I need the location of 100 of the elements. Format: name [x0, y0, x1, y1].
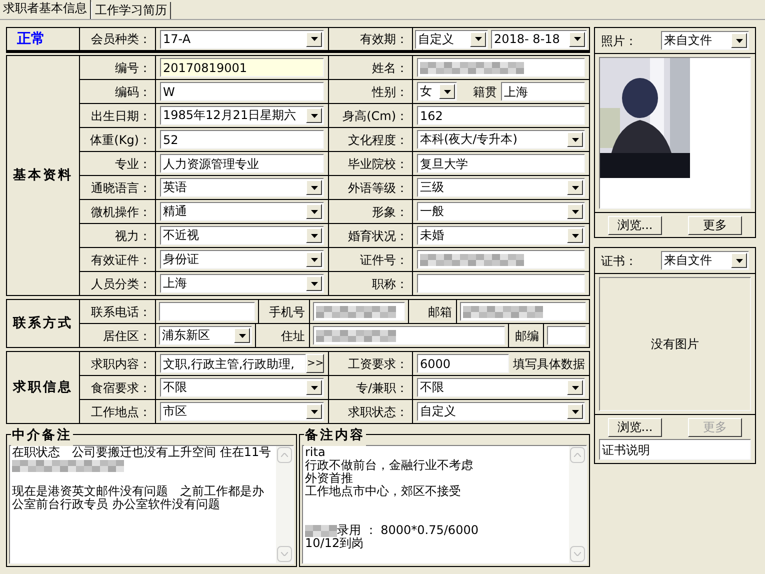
dropdown[interactable]: 来自文件 [661, 31, 749, 50]
caret-icon [572, 410, 578, 414]
tab[interactable]: 求职者基本信息 [0, 0, 91, 19]
text-field[interactable]: 人力资源管理专业 [160, 154, 324, 173]
field-label: 求职状态： [348, 404, 408, 420]
note-line: 公室前台行政专员 办公室软件没有问题 [12, 498, 221, 511]
notes-textarea[interactable]: 在职状态 公司要搬迁也没有上升空间 住在11号 现在是港资英文邮件没有问题 之前工作都是办 公室前台行政专员 办公室软件没有问题 [9, 445, 294, 564]
empty-image-text: 没有图片 [651, 336, 699, 353]
dropdown-button[interactable] [306, 32, 322, 46]
dropdown-button[interactable] [567, 132, 583, 147]
dropdown[interactable]: 17-A [160, 30, 324, 48]
expand-button[interactable]: >> [306, 354, 324, 373]
dropdown[interactable]: 一般 [417, 202, 585, 221]
dropdown-button[interactable] [731, 33, 747, 48]
field-label: 照片： [601, 32, 638, 50]
note-line: 在职状态 公司要搬迁也没有上升空间 住在11号 [12, 446, 272, 459]
dropdown[interactable]: 未婚 [417, 226, 585, 245]
text-field[interactable]: 上海 [501, 82, 585, 101]
field-label: 编码： [115, 84, 151, 100]
dropdown[interactable]: 不近视 [160, 226, 324, 245]
text-field[interactable] [417, 250, 585, 269]
text-field[interactable] [417, 58, 585, 77]
group-title: 备注内容 [304, 426, 366, 446]
dropdown-button[interactable] [306, 180, 322, 195]
caret-icon [444, 90, 450, 94]
dropdown[interactable]: 上海 [160, 274, 324, 293]
text-field[interactable]: 证书说明 [599, 439, 751, 460]
caret-icon [310, 282, 318, 286]
dropdown-button[interactable] [567, 380, 583, 395]
dropdown-button[interactable] [306, 108, 322, 123]
dropdown[interactable]: 本科(夜大/专升本) [417, 130, 585, 149]
text-field[interactable]: 复旦大学 [417, 154, 585, 173]
field-label: 形象： [372, 204, 408, 220]
dropdown[interactable]: 三级 [417, 178, 585, 197]
caret-icon [238, 334, 246, 338]
text-field[interactable] [313, 326, 505, 345]
dropdown-button[interactable] [567, 404, 583, 419]
field-label: 外语等级： [348, 180, 408, 196]
dropdown[interactable]: 精通 [160, 202, 324, 221]
dropdown-button[interactable] [731, 253, 747, 268]
dropdown-button[interactable] [306, 228, 322, 243]
dropdown[interactable]: 1985年12月21日星期六 [160, 106, 324, 125]
text-field[interactable]: W [160, 82, 324, 101]
dropdown-button[interactable] [306, 252, 322, 267]
dropdown-button[interactable] [569, 32, 585, 46]
dropdown[interactable]: 女 [417, 82, 457, 101]
notes-textarea[interactable]: rita 行政不做前台，金融行业不考虑 外资首推 工作地点市中心，郊区不接受 录用 ： 8000*0.75/6000 10/12到岗 [302, 445, 587, 564]
dropdown-button[interactable] [234, 328, 250, 343]
dropdown-button[interactable] [470, 32, 486, 46]
field-label: 人员分类： [91, 276, 151, 292]
dropdown-button[interactable] [306, 276, 322, 291]
dropdown-button[interactable] [567, 228, 583, 243]
text-field[interactable]: 20170819001 [160, 58, 324, 77]
dropdown-button[interactable] [567, 180, 583, 195]
text-field[interactable] [547, 326, 586, 345]
scrollbar[interactable] [569, 446, 586, 563]
dropdown[interactable]: 自定义 [415, 30, 488, 48]
dropdown[interactable]: 身份证 [160, 250, 324, 269]
dropdown[interactable]: 2018- 8-18 [491, 30, 587, 48]
note-line: 工作地点市中心，郊区不接受 [305, 485, 462, 498]
field-label: 毕业院校： [348, 156, 408, 172]
dropdown-button[interactable] [306, 204, 322, 219]
text-field[interactable]: 文职,行政主管,行政助理, [160, 354, 306, 373]
text-field[interactable] [417, 274, 585, 293]
dropdown-button[interactable] [567, 204, 583, 219]
dropdown[interactable]: 不限 [417, 378, 585, 397]
caret-icon [310, 186, 318, 190]
field-label: 邮编 [515, 328, 539, 344]
field-label: 通晓语言： [91, 180, 151, 196]
caret-icon [310, 210, 318, 214]
dropdown[interactable]: 来自文件 [661, 251, 749, 270]
tab[interactable]: 工作学习简历 [91, 2, 171, 19]
field-label: 姓名： [372, 60, 408, 76]
text-field[interactable]: 52 [160, 130, 324, 149]
dropdown[interactable]: 自定义 [417, 402, 585, 421]
blurred-text [305, 524, 337, 536]
text-field[interactable] [313, 302, 405, 321]
panel-button[interactable]: 浏览... [608, 216, 662, 234]
field-label: 有效证件： [91, 252, 151, 268]
dropdown-button[interactable] [439, 84, 455, 99]
text-field[interactable]: 162 [417, 106, 585, 125]
text-field[interactable] [159, 302, 255, 321]
panel-button[interactable]: 更多 [688, 216, 742, 234]
dropdown-button[interactable] [306, 404, 322, 419]
caret-icon [310, 410, 318, 414]
caret-icon [310, 37, 318, 41]
text-field[interactable] [460, 302, 586, 321]
dropdown[interactable]: 英语 [160, 178, 324, 197]
field-label: 视力： [115, 228, 151, 244]
scrollbar[interactable] [276, 446, 293, 563]
dropdown[interactable]: 市区 [160, 402, 324, 421]
panel-button[interactable]: 浏览... [608, 418, 662, 436]
scroll-up-icon [574, 453, 581, 457]
dropdown-button[interactable] [306, 380, 322, 395]
dropdown[interactable]: 不限 [160, 378, 324, 397]
dropdown[interactable]: 浦东新区 [159, 326, 252, 345]
caret-icon [572, 234, 578, 238]
field-label: 有效期： [360, 31, 408, 48]
text-field[interactable]: 6000 [417, 354, 509, 373]
caret-icon [310, 234, 318, 238]
